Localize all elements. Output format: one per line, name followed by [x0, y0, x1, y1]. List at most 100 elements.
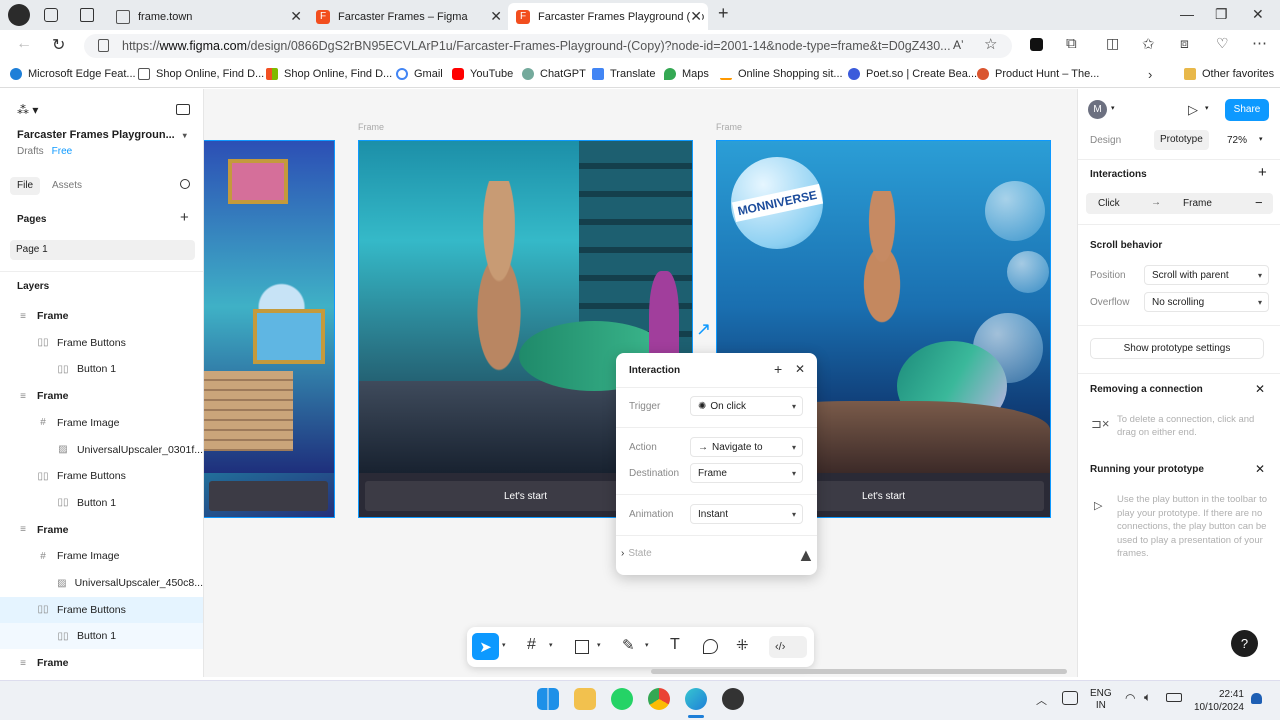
new-tab-button[interactable]: +: [718, 3, 729, 24]
frame-label[interactable]: Frame: [716, 122, 742, 132]
browser-essentials-icon[interactable]: ♡: [1216, 35, 1229, 52]
workspaces-icon[interactable]: [44, 8, 58, 22]
layer-item[interactable]: # Frame Image: [0, 410, 203, 436]
rectangle-tool-icon[interactable]: [575, 640, 589, 654]
page-item[interactable]: Page 1: [10, 240, 195, 260]
tab-frame-town[interactable]: frame.town ✕: [108, 3, 308, 30]
site-info-icon[interactable]: [98, 39, 109, 52]
dev-mode-toggle[interactable]: ‹/›: [769, 636, 807, 658]
comment-tool-icon[interactable]: [703, 639, 718, 654]
obs-icon[interactable]: [722, 688, 744, 710]
add-interaction-icon[interactable]: +: [1258, 164, 1267, 181]
favorites-icon[interactable]: ✩: [1142, 35, 1155, 53]
search-icon[interactable]: [180, 179, 190, 189]
frame-button[interactable]: [209, 481, 328, 511]
text-tool-icon[interactable]: T: [670, 636, 680, 654]
chevron-down-icon[interactable]: ▾: [597, 641, 601, 649]
bookmark[interactable]: Product Hunt – The...: [977, 68, 1099, 80]
connection-arrow-icon[interactable]: ↗: [696, 319, 711, 340]
edge-icon[interactable]: [685, 688, 707, 710]
window-close-icon[interactable]: ✕: [1252, 6, 1264, 23]
horizontal-scrollbar[interactable]: [651, 669, 1067, 674]
bookmark[interactable]: Translate: [592, 68, 655, 80]
show-prototype-settings-button[interactable]: Show prototype settings: [1090, 338, 1264, 359]
layer-frame[interactable]: ≡ Frame: [0, 303, 203, 329]
layer-item[interactable]: # Frame Image: [0, 543, 203, 569]
other-favorites[interactable]: Other favorites: [1184, 68, 1274, 80]
zoom-level[interactable]: 72%: [1227, 135, 1247, 146]
action-select[interactable]: → Navigate to ▾: [690, 437, 803, 457]
bookmark[interactable]: Microsoft Edge Feat...: [10, 68, 136, 80]
layer-frame[interactable]: ≡ Frame: [0, 517, 203, 543]
overflow-select[interactable]: No scrolling ▾: [1144, 292, 1269, 312]
battery-icon[interactable]: [1166, 693, 1182, 702]
close-icon[interactable]: ✕: [290, 8, 302, 25]
layer-item[interactable]: ▯▯ Button 1: [0, 490, 203, 516]
add-page-icon[interactable]: +: [180, 209, 189, 226]
collections-icon[interactable]: ⧈: [1180, 35, 1189, 52]
minimize-icon[interactable]: —: [1180, 6, 1194, 22]
notification-bell-icon[interactable]: [1251, 693, 1262, 704]
help-button[interactable]: ?: [1231, 630, 1258, 657]
chevron-right-icon[interactable]: ›: [1148, 67, 1152, 82]
bookmark[interactable]: Maps: [664, 68, 709, 80]
bookmark[interactable]: ChatGPT: [522, 68, 586, 80]
chevron-down-icon[interactable]: ▾: [1111, 104, 1115, 112]
play-icon[interactable]: ▷: [1188, 102, 1198, 118]
read-aloud-icon[interactable]: Aʼ: [953, 38, 964, 52]
tray-app-icon[interactable]: [1062, 691, 1078, 705]
tab-prototype[interactable]: Prototype: [1154, 130, 1209, 150]
tab-figma-file[interactable]: F Farcaster Frames – Figma ✕: [308, 3, 508, 30]
close-icon[interactable]: ✕: [795, 362, 805, 376]
layer-item[interactable]: ▯▯ Frame Buttons: [0, 330, 203, 356]
chevron-down-icon[interactable]: ▾: [549, 641, 553, 649]
close-icon[interactable]: ✕: [1255, 462, 1265, 476]
split-screen-icon[interactable]: ◫: [1106, 35, 1119, 52]
language-indicator[interactable]: ENG IN: [1090, 688, 1112, 712]
bookmark[interactable]: Poet.so | Create Bea...: [848, 68, 977, 80]
favorite-star-icon[interactable]: ☆: [984, 35, 997, 53]
file-explorer-icon[interactable]: [574, 688, 596, 710]
pen-tool-icon[interactable]: ✎: [622, 636, 635, 654]
windows-start-icon[interactable]: [537, 688, 559, 710]
position-select[interactable]: Scroll with parent ▾: [1144, 265, 1269, 285]
close-icon[interactable]: ✕: [690, 8, 702, 25]
frame-card-1[interactable]: [204, 140, 335, 518]
close-icon[interactable]: ✕: [1255, 382, 1265, 396]
extension-icon[interactable]: [1030, 38, 1043, 51]
tab-assets[interactable]: Assets: [52, 180, 82, 191]
clock[interactable]: 22:41 10/10/2024: [1190, 688, 1244, 714]
layer-item[interactable]: ▯▯ Button 1: [0, 623, 203, 650]
share-button[interactable]: Share: [1225, 99, 1269, 121]
components-tool-icon[interactable]: ⁜: [736, 636, 749, 654]
frame-tool-icon[interactable]: #: [527, 636, 536, 654]
remove-interaction-icon[interactable]: −: [1255, 195, 1263, 210]
address-bar[interactable]: https://www.figma.com/design/0866DgS2rBN…: [84, 34, 1012, 58]
chrome-icon[interactable]: [648, 688, 670, 710]
puzzle-icon[interactable]: ⧉: [1066, 35, 1077, 52]
tab-figma-playground[interactable]: F Farcaster Frames Playground (Co ✕: [508, 3, 708, 30]
tab-design[interactable]: Design: [1090, 135, 1121, 146]
animation-select[interactable]: Instant ▾: [690, 504, 803, 524]
drafts-label[interactable]: Drafts: [17, 146, 44, 157]
tab-file[interactable]: File: [10, 177, 41, 195]
close-icon[interactable]: ✕: [490, 8, 502, 25]
chevron-down-icon[interactable]: ▾: [645, 641, 649, 649]
bookmark[interactable]: Gmail: [396, 68, 443, 80]
trigger-select[interactable]: ✺ On click ▾: [690, 396, 803, 416]
sidebar-toggle-icon[interactable]: [176, 104, 190, 115]
refresh-icon[interactable]: ↻: [52, 35, 65, 55]
state-toggle[interactable]: › State: [621, 548, 652, 559]
chevron-down-icon[interactable]: ▾: [1259, 135, 1263, 143]
avatar[interactable]: M: [1088, 100, 1107, 119]
more-menu-icon[interactable]: ⋯: [1252, 34, 1267, 52]
back-icon[interactable]: ←: [16, 35, 32, 53]
chevron-down-icon[interactable]: ▾: [502, 641, 506, 649]
destination-select[interactable]: Frame ▾: [690, 463, 803, 483]
tray-chevron-up-icon[interactable]: ︿: [1036, 692, 1047, 708]
move-tool-button[interactable]: ➤: [472, 633, 499, 660]
bookmark[interactable]: YouTube: [452, 68, 513, 80]
bookmark[interactable]: Shop Online, Find D...: [266, 68, 392, 80]
volume-icon[interactable]: 🔈︎: [1144, 690, 1151, 705]
layer-item[interactable]: ▯▯ Frame Buttons: [0, 463, 203, 489]
